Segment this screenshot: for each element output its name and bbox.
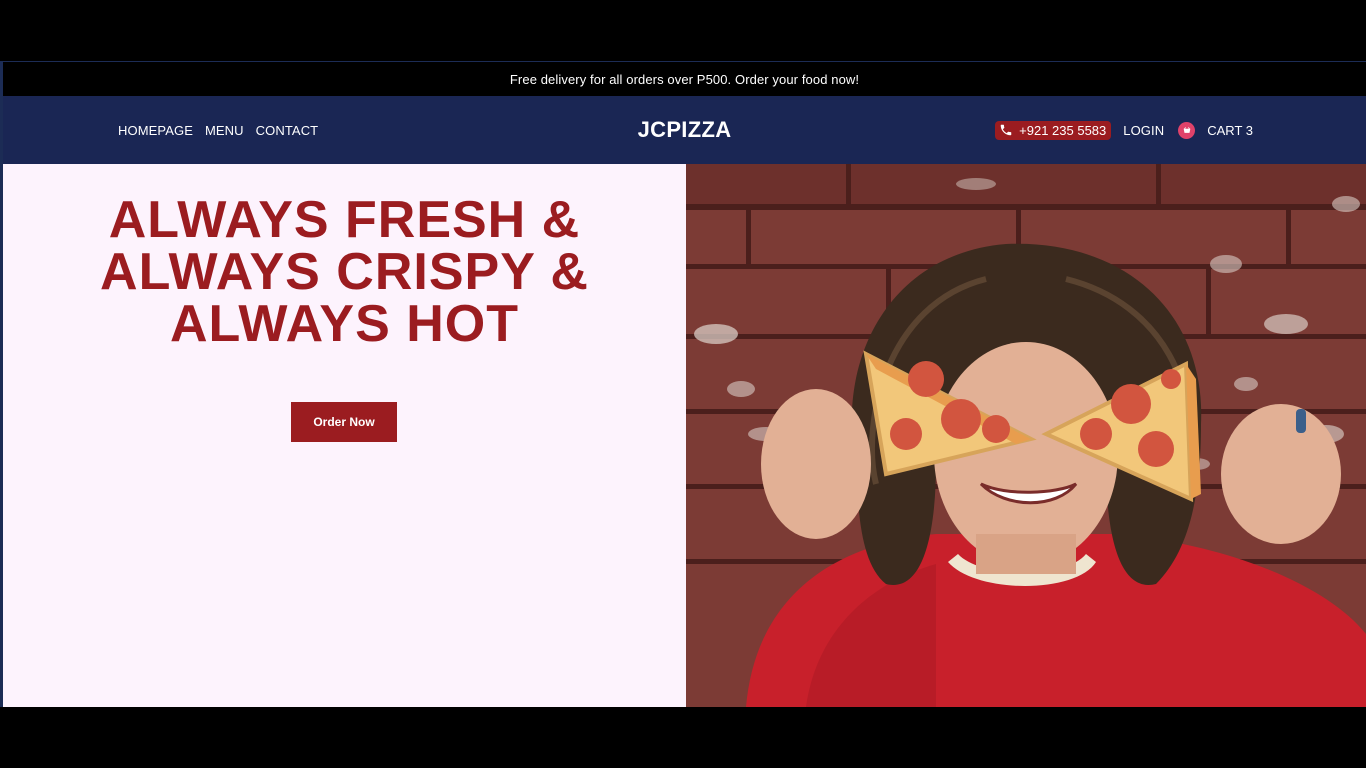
login-link[interactable]: LOGIN xyxy=(1123,123,1164,138)
letterbox-bottom xyxy=(0,707,1366,768)
nav-link-menu[interactable]: MENU xyxy=(205,123,244,138)
navbar: HOMEPAGE MENU CONTACT JCPIZZA +921 235 5… xyxy=(3,96,1366,164)
order-now-button[interactable]: Order Now xyxy=(291,402,397,442)
hero-text-panel: ALWAYS FRESH & ALWAYS CRISPY & ALWAYS HO… xyxy=(3,164,686,707)
cart-icon[interactable] xyxy=(1178,121,1196,139)
hero-title: ALWAYS FRESH & ALWAYS CRISPY & ALWAYS HO… xyxy=(3,194,686,350)
nav-actions: +921 235 5583 LOGIN CART 3 xyxy=(995,96,1253,164)
announcement-text: Free delivery for all orders over P500. … xyxy=(509,71,860,87)
page: Free delivery for all orders over P500. … xyxy=(3,62,1366,707)
cart-link[interactable]: CART 3 xyxy=(1207,123,1253,138)
nav-links: HOMEPAGE MENU CONTACT xyxy=(118,96,318,164)
screen: Free delivery for all orders over P500. … xyxy=(0,0,1366,768)
hero-photo-illustration xyxy=(686,164,1366,707)
phone-button[interactable]: +921 235 5583 xyxy=(995,120,1112,140)
hero-title-line-1: ALWAYS FRESH & xyxy=(108,191,581,249)
phone-icon xyxy=(999,123,1013,137)
announcement-bar: Free delivery for all orders over P500. … xyxy=(3,62,1366,96)
hero-title-line-3: ALWAYS HOT xyxy=(169,295,519,353)
brand-logo[interactable]: JCPIZZA xyxy=(638,117,732,143)
nav-link-homepage[interactable]: HOMEPAGE xyxy=(118,123,193,138)
phone-number: +921 235 5583 xyxy=(1019,122,1107,138)
nav-link-contact[interactable]: CONTACT xyxy=(256,123,319,138)
hero-title-line-2: ALWAYS CRISPY & xyxy=(100,243,589,301)
hero-photo xyxy=(686,164,1366,707)
letterbox-top xyxy=(0,0,1366,61)
